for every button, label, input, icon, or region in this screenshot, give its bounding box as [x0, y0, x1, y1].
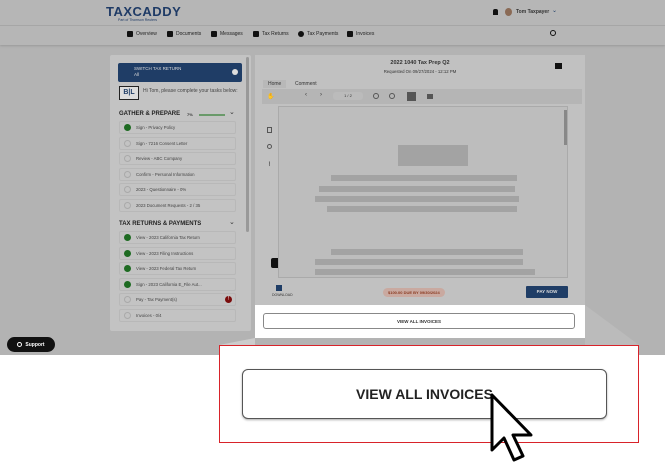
support-label: Support [25, 341, 45, 348]
chat-icon [17, 342, 23, 347]
view-all-invoices-button-zoomed[interactable]: VIEW ALL INVOICES [242, 369, 607, 419]
support-button[interactable]: Support [7, 337, 55, 352]
cursor-icon [490, 393, 533, 462]
